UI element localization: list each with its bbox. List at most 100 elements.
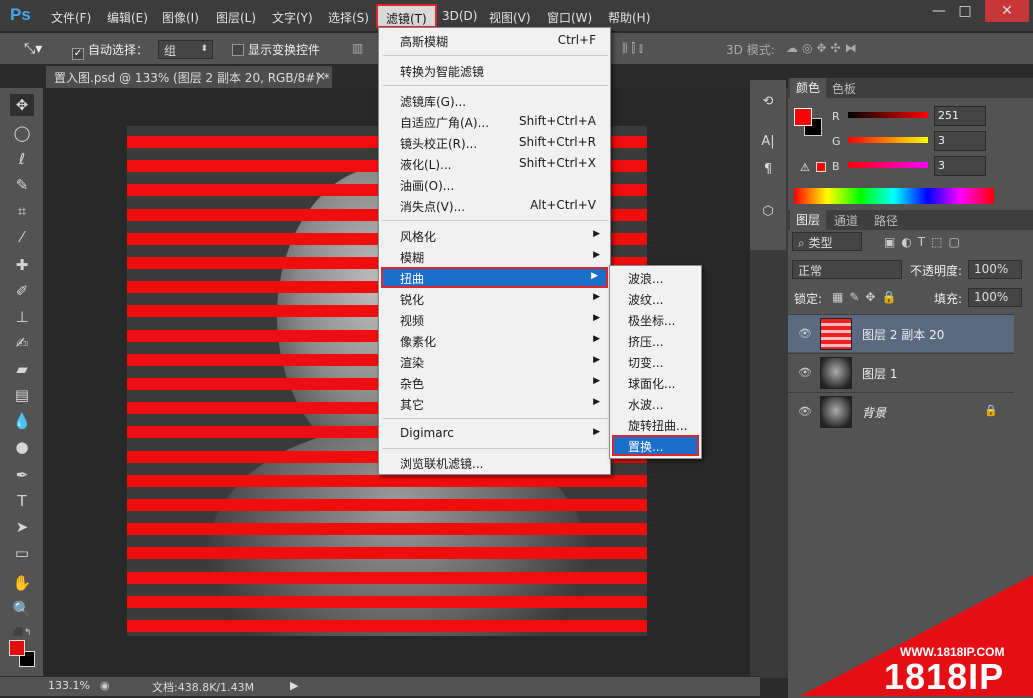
menu-select[interactable]: 选择(S) <box>328 9 369 26</box>
b-slider[interactable] <box>848 162 928 168</box>
menu-image[interactable]: 图像(I) <box>162 9 199 26</box>
crop-tool-icon[interactable]: ⌗ <box>10 200 34 222</box>
submenu-item-wave[interactable]: 波浪... <box>612 267 699 288</box>
layer-filter-kind-dropdown[interactable]: ⌕ 类型 <box>792 232 862 251</box>
menu-item-blur[interactable]: 模糊 ▶ <box>381 246 608 267</box>
opacity-input[interactable]: 100% <box>968 260 1022 279</box>
foreground-color-swatch[interactable] <box>9 640 25 656</box>
maximize-button[interactable]: □ <box>948 0 982 22</box>
gamut-warning-icon[interactable]: ⚠ <box>800 161 810 174</box>
status-menu-arrow-icon[interactable]: ▶ <box>290 679 298 692</box>
history-panel-icon[interactable]: ⟲ <box>758 94 778 112</box>
menu-item-smart-filter[interactable]: 转换为智能滤镜 <box>381 60 608 81</box>
history-brush-tool-icon[interactable]: ✍ <box>10 332 34 354</box>
auto-select-checkbox[interactable]: ✓ 自动选择： <box>72 41 148 60</box>
submenu-item-polar-coordinates[interactable]: 极坐标... <box>612 309 699 330</box>
submenu-item-spherize[interactable]: 球面化... <box>612 372 699 393</box>
submenu-item-shear[interactable]: 切变... <box>612 351 699 372</box>
hand-tool-icon[interactable]: ✋ <box>10 572 34 594</box>
blend-mode-dropdown[interactable]: 正常 <box>792 260 902 279</box>
submenu-item-displace[interactable]: 置换... <box>612 435 699 456</box>
r-slider[interactable] <box>848 112 928 118</box>
layer-filter-icons[interactable]: ▣◐T⬚▢ <box>884 235 966 249</box>
quick-select-tool-icon[interactable]: ✎ <box>10 174 34 196</box>
path-select-tool-icon[interactable]: ➤ <box>10 516 34 538</box>
g-value-input[interactable]: 3 <box>934 131 986 151</box>
dodge-tool-icon[interactable]: ● <box>10 436 34 458</box>
menu-item-liquify[interactable]: 液化(L)... Shift+Ctrl+X <box>381 153 608 174</box>
menu-file[interactable]: 文件(F) <box>51 9 91 26</box>
show-transform-checkbox[interactable]: 显示变换控件 <box>232 41 320 58</box>
tab-layers[interactable]: 图层 <box>790 210 827 230</box>
layer-row[interactable]: 👁 背景 🔒 <box>788 392 1014 430</box>
tab-paths[interactable]: 路径 <box>874 212 898 229</box>
color-fg-swatch[interactable] <box>794 108 812 126</box>
zoom-level[interactable]: 133.1% <box>48 679 90 692</box>
menu-item-vanishing-point[interactable]: 消失点(V)... Alt+Ctrl+V <box>381 195 608 216</box>
tab-swatches[interactable]: 色板 <box>832 80 856 97</box>
pen-tool-icon[interactable]: ✒ <box>10 464 34 486</box>
character-panel-icon[interactable]: A| <box>758 134 778 152</box>
submenu-item-zigzag[interactable]: 水波... <box>612 393 699 414</box>
menu-item-noise[interactable]: 杂色 ▶ <box>381 372 608 393</box>
3d-mode-icons[interactable]: ☁◎✥✣⧓ <box>786 41 861 55</box>
menu-item-lens-correction[interactable]: 镜头校正(R)... Shift+Ctrl+R <box>381 132 608 153</box>
menu-item-filter-gallery[interactable]: 滤镜库(G)... <box>381 90 608 111</box>
move-tool-icon[interactable]: ✥ <box>10 94 34 116</box>
lock-icons[interactable]: ▦✎✥🔒 <box>832 290 902 304</box>
menu-item-render[interactable]: 渲染 ▶ <box>381 351 608 372</box>
move-tool-icon[interactable]: ⤡▾ <box>24 41 42 57</box>
menu-item-stylize[interactable]: 风格化 ▶ <box>381 225 608 246</box>
menu-item-distort[interactable]: 扭曲 ▶ <box>381 267 608 288</box>
menu-layer[interactable]: 图层(L) <box>216 9 256 26</box>
menu-edit[interactable]: 编辑(E) <box>107 9 148 26</box>
visibility-eye-icon[interactable]: 👁 <box>798 327 812 340</box>
gamut-color-chip[interactable] <box>816 162 826 172</box>
color-spectrum-bar[interactable] <box>794 188 994 204</box>
menu-item-gaussian-blur[interactable]: 高斯模糊 Ctrl+F <box>381 30 608 51</box>
tab-color[interactable]: 颜色 <box>790 78 827 98</box>
tab-close-icon[interactable]: × <box>316 69 326 83</box>
menu-item-other[interactable]: 其它 ▶ <box>381 393 608 414</box>
3d-panel-icon[interactable]: ⬡ <box>758 204 778 222</box>
menu-type[interactable]: 文字(Y) <box>272 9 313 26</box>
submenu-item-twirl[interactable]: 旋转扭曲... <box>612 414 699 435</box>
zoom-tool-icon[interactable]: 🔍 <box>10 598 34 620</box>
menu-3d[interactable]: 3D(D) <box>442 9 477 23</box>
marquee-tool-icon[interactable]: ◯ <box>10 122 34 144</box>
blur-tool-icon[interactable]: 💧 <box>10 410 34 432</box>
healing-brush-tool-icon[interactable]: ✚ <box>10 254 34 276</box>
document-tab[interactable]: 置入图.psd @ 133% (图层 2 副本 20, RGB/8#) * × <box>46 66 332 88</box>
menu-item-sharpen[interactable]: 锐化 ▶ <box>381 288 608 309</box>
lasso-tool-icon[interactable]: ℓ <box>10 148 34 170</box>
gradient-tool-icon[interactable]: ▤ <box>10 384 34 406</box>
status-info-icon[interactable]: ◉ <box>100 679 110 692</box>
visibility-eye-icon[interactable]: 👁 <box>798 366 812 379</box>
eyedropper-tool-icon[interactable]: ⁄ <box>10 226 34 248</box>
distribute-icons[interactable]: ⫼ ⫿ ⫾ <box>622 41 643 56</box>
auto-select-dropdown[interactable]: 组 ⬍ <box>158 40 213 59</box>
paragraph-panel-icon[interactable]: ¶ <box>758 162 778 180</box>
shape-tool-icon[interactable]: ▭ <box>10 542 34 564</box>
type-tool-icon[interactable]: T <box>10 490 34 512</box>
layer-row[interactable]: 👁 图层 2 副本 20 <box>788 314 1014 352</box>
menu-help[interactable]: 帮助(H) <box>608 9 650 26</box>
menu-item-adaptive-wide-angle[interactable]: 自适应广角(A)... Shift+Ctrl+A <box>381 111 608 132</box>
b-value-input[interactable]: 3 <box>934 156 986 176</box>
submenu-item-ripple[interactable]: 波纹... <box>612 288 699 309</box>
eraser-tool-icon[interactable]: ▰ <box>10 358 34 380</box>
menu-window[interactable]: 窗口(W) <box>547 9 592 26</box>
menu-item-pixelate[interactable]: 像素化 ▶ <box>381 330 608 351</box>
clone-stamp-tool-icon[interactable]: ⊥ <box>10 306 34 328</box>
brush-tool-icon[interactable]: ✐ <box>10 280 34 302</box>
menu-item-video[interactable]: 视频 ▶ <box>381 309 608 330</box>
fill-input[interactable]: 100% <box>968 288 1022 307</box>
align-icon[interactable]: ▥ <box>352 41 363 55</box>
menu-item-browse-online[interactable]: 浏览联机滤镜... <box>381 452 608 473</box>
menu-filter[interactable]: 滤镜(T) <box>376 4 437 28</box>
submenu-item-pinch[interactable]: 挤压... <box>612 330 699 351</box>
g-slider[interactable] <box>848 137 928 143</box>
menu-item-oil-paint[interactable]: 油画(O)... <box>381 174 608 195</box>
close-button[interactable]: ✕ <box>985 0 1029 22</box>
menu-item-digimarc[interactable]: Digimarc ▶ <box>381 423 608 444</box>
